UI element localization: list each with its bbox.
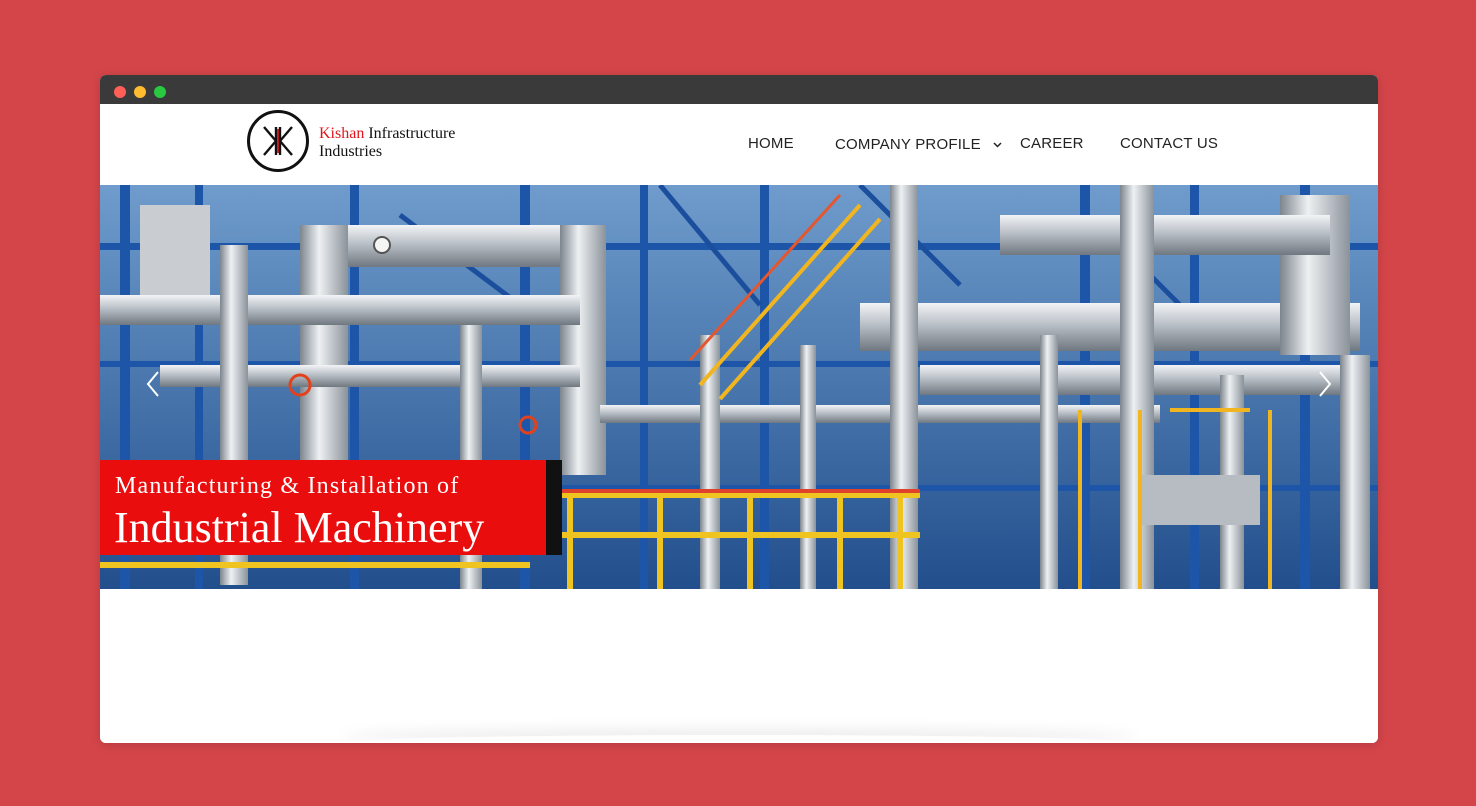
nav-item-company-profile[interactable]: COMPANY PROFILE [835,135,1002,153]
close-window-button[interactable] [114,86,126,98]
slider-prev-button[interactable] [146,371,160,402]
nav-item-label: COMPANY PROFILE [835,136,981,153]
logo-text[interactable]: Kishan Infrastructure Industries [319,125,455,161]
hero-slider: Manufacturing & Installation of Industri… [100,185,1378,589]
nav-item-career[interactable]: CAREER [1020,135,1084,152]
chevron-left-icon [146,371,159,397]
hero-caption-subtitle: Manufacturing & Installation of [115,473,460,499]
logo-name-line2: Industries [319,143,383,160]
logo-name-rest: Infrastructure [368,125,456,142]
nav-item-label: HOME [748,135,794,152]
nav-item-label: CONTACT US [1120,135,1219,152]
content-area [100,589,1378,743]
chevron-down-icon [993,135,1002,152]
logo-name-accent: Kishan [319,125,365,142]
maximize-window-button[interactable] [154,86,166,98]
hero-caption: Manufacturing & Installation of Industri… [100,460,546,555]
browser-window: Kishan Infrastructure Industries HOME CO… [100,75,1378,743]
slider-next-button[interactable] [1318,371,1332,402]
logo-icon[interactable] [247,110,309,172]
window-titlebar [100,75,1378,104]
minimize-window-button[interactable] [134,86,146,98]
site-header: Kishan Infrastructure Industries HOME CO… [100,104,1378,185]
nav-item-label: CAREER [1020,135,1084,152]
chevron-right-icon [1319,371,1332,397]
nav-item-contact-us[interactable]: CONTACT US [1120,135,1218,152]
hero-caption-title: Industrial Machinery [114,503,485,552]
section-shadow [340,735,1138,743]
nav-item-home[interactable]: HOME [748,135,794,152]
